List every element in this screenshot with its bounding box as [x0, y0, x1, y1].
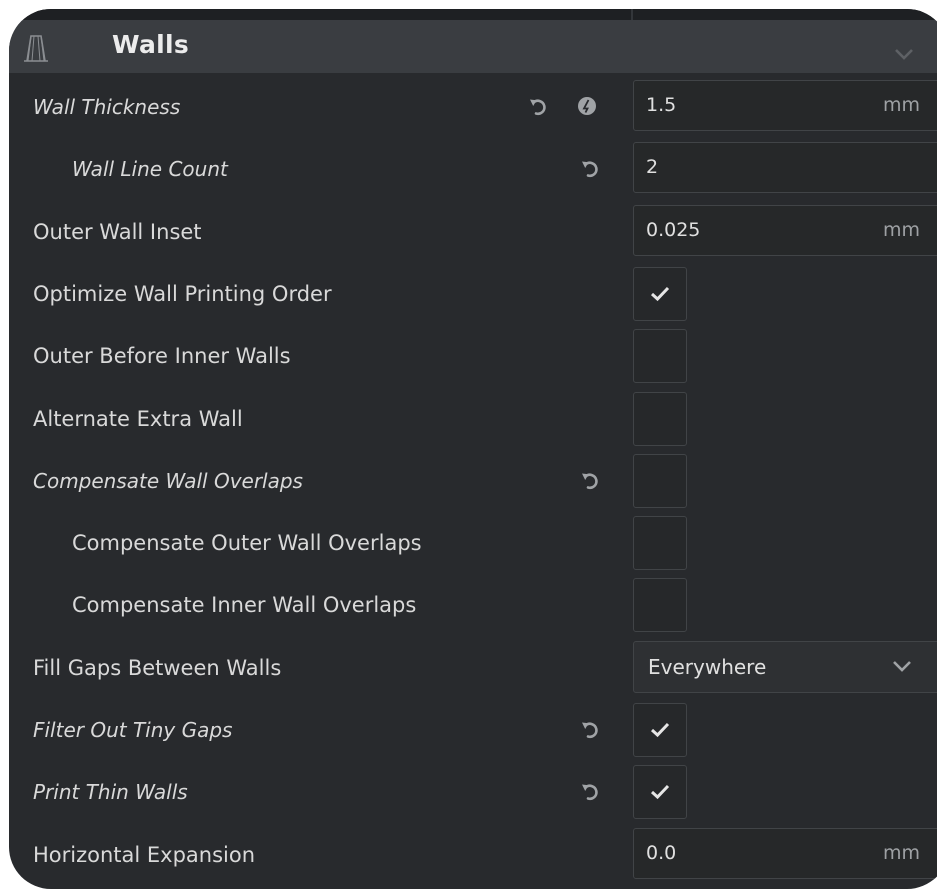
setting-row-wall-thickness: Wall Thickness 1.5 mm	[9, 76, 937, 138]
outer-wall-inset-input[interactable]: 0.025 mm	[633, 204, 937, 256]
wall-line-count-input[interactable]: 2	[633, 142, 937, 194]
outer-before-inner-walls-checkbox[interactable]	[633, 329, 687, 384]
input-value: 2	[646, 156, 659, 179]
setting-row-compensate-outer-wall-overlaps: Compensate Outer Wall Overlaps	[9, 512, 937, 574]
horizontal-expansion-input[interactable]: 0.0 mm	[633, 827, 937, 879]
setting-row-optimize-wall-printing-order: Optimize Wall Printing Order	[9, 263, 937, 325]
setting-label: Outer Before Inner Walls	[33, 344, 291, 369]
fill-gaps-between-walls-select[interactable]: Everywhere	[633, 640, 937, 693]
setting-row-horizontal-expansion: Horizontal Expansion 0.0 mm	[9, 824, 937, 886]
section-header-walls[interactable]: Walls	[9, 20, 937, 73]
check-icon	[650, 722, 670, 738]
setting-label: Alternate Extra Wall	[33, 406, 243, 431]
alternate-extra-wall-checkbox[interactable]	[633, 391, 687, 446]
check-icon	[650, 286, 670, 301]
chevron-down-icon	[893, 660, 911, 672]
setting-row-alternate-extra-wall: Alternate Extra Wall	[9, 388, 937, 450]
section-title: Walls	[112, 30, 190, 59]
compensate-wall-overlaps-checkbox[interactable]	[633, 453, 687, 508]
setting-row-filter-out-tiny-gaps: Filter Out Tiny Gaps	[9, 699, 937, 761]
select-value: Everywhere	[648, 654, 767, 679]
chevron-down-icon[interactable]	[894, 48, 914, 60]
input-unit: mm	[883, 841, 921, 864]
reset-icon[interactable]	[580, 719, 600, 739]
setting-label: Outer Wall Inset	[33, 219, 202, 244]
setting-label: Wall Line Count	[72, 157, 228, 182]
reset-icon[interactable]	[580, 781, 600, 801]
setting-label: Compensate Outer Wall Overlaps	[72, 531, 422, 556]
reset-icon[interactable]	[580, 470, 600, 490]
setting-label: Compensate Inner Wall Overlaps	[72, 593, 417, 618]
filter-out-tiny-gaps-checkbox[interactable]	[633, 703, 687, 757]
top-strip	[9, 9, 937, 20]
optimize-wall-printing-order-checkbox[interactable]	[633, 266, 687, 321]
compensate-outer-wall-overlaps-checkbox[interactable]	[633, 516, 687, 571]
setting-label: Wall Thickness	[33, 95, 181, 119]
compensate-inner-wall-overlaps-checkbox[interactable]	[633, 578, 687, 633]
walls-icon	[24, 35, 48, 62]
wall-thickness-input[interactable]: 1.5 mm	[633, 80, 937, 131]
setting-label: Fill Gaps Between Walls	[33, 655, 282, 680]
setting-label: Optimize Wall Printing Order	[33, 281, 332, 306]
setting-label: Compensate Wall Overlaps	[33, 468, 303, 493]
setting-row-outer-wall-inset: Outer Wall Inset 0.025 mm	[9, 201, 937, 263]
setting-row-wall-line-count: Wall Line Count 2	[9, 138, 937, 200]
setting-label: Print Thin Walls	[33, 780, 188, 805]
reset-icon[interactable]	[528, 96, 548, 116]
input-value: 1.5	[646, 94, 677, 116]
print-thin-walls-checkbox[interactable]	[633, 765, 687, 820]
input-value: 0.0	[646, 841, 677, 864]
settings-panel: Walls Wall Thickness 1.5 mm Wall Line Count…	[9, 9, 937, 889]
setting-row-compensate-wall-overlaps: Compensate Wall Overlaps	[9, 450, 937, 512]
calculated-value-icon[interactable]	[577, 96, 597, 116]
input-unit: mm	[883, 218, 921, 241]
reset-icon[interactable]	[580, 158, 600, 178]
setting-row-print-thin-walls: Print Thin Walls	[9, 761, 937, 823]
check-icon	[650, 785, 670, 800]
setting-row-compensate-inner-wall-overlaps: Compensate Inner Wall Overlaps	[9, 574, 937, 636]
input-value: 0.025	[646, 218, 701, 241]
setting-row-outer-before-inner-walls: Outer Before Inner Walls	[9, 325, 937, 387]
setting-label: Filter Out Tiny Gaps	[33, 718, 233, 742]
setting-label: Horizontal Expansion	[33, 842, 256, 867]
setting-row-fill-gaps-between-walls: Fill Gaps Between Walls Everywhere	[9, 637, 937, 699]
input-unit: mm	[883, 94, 921, 116]
